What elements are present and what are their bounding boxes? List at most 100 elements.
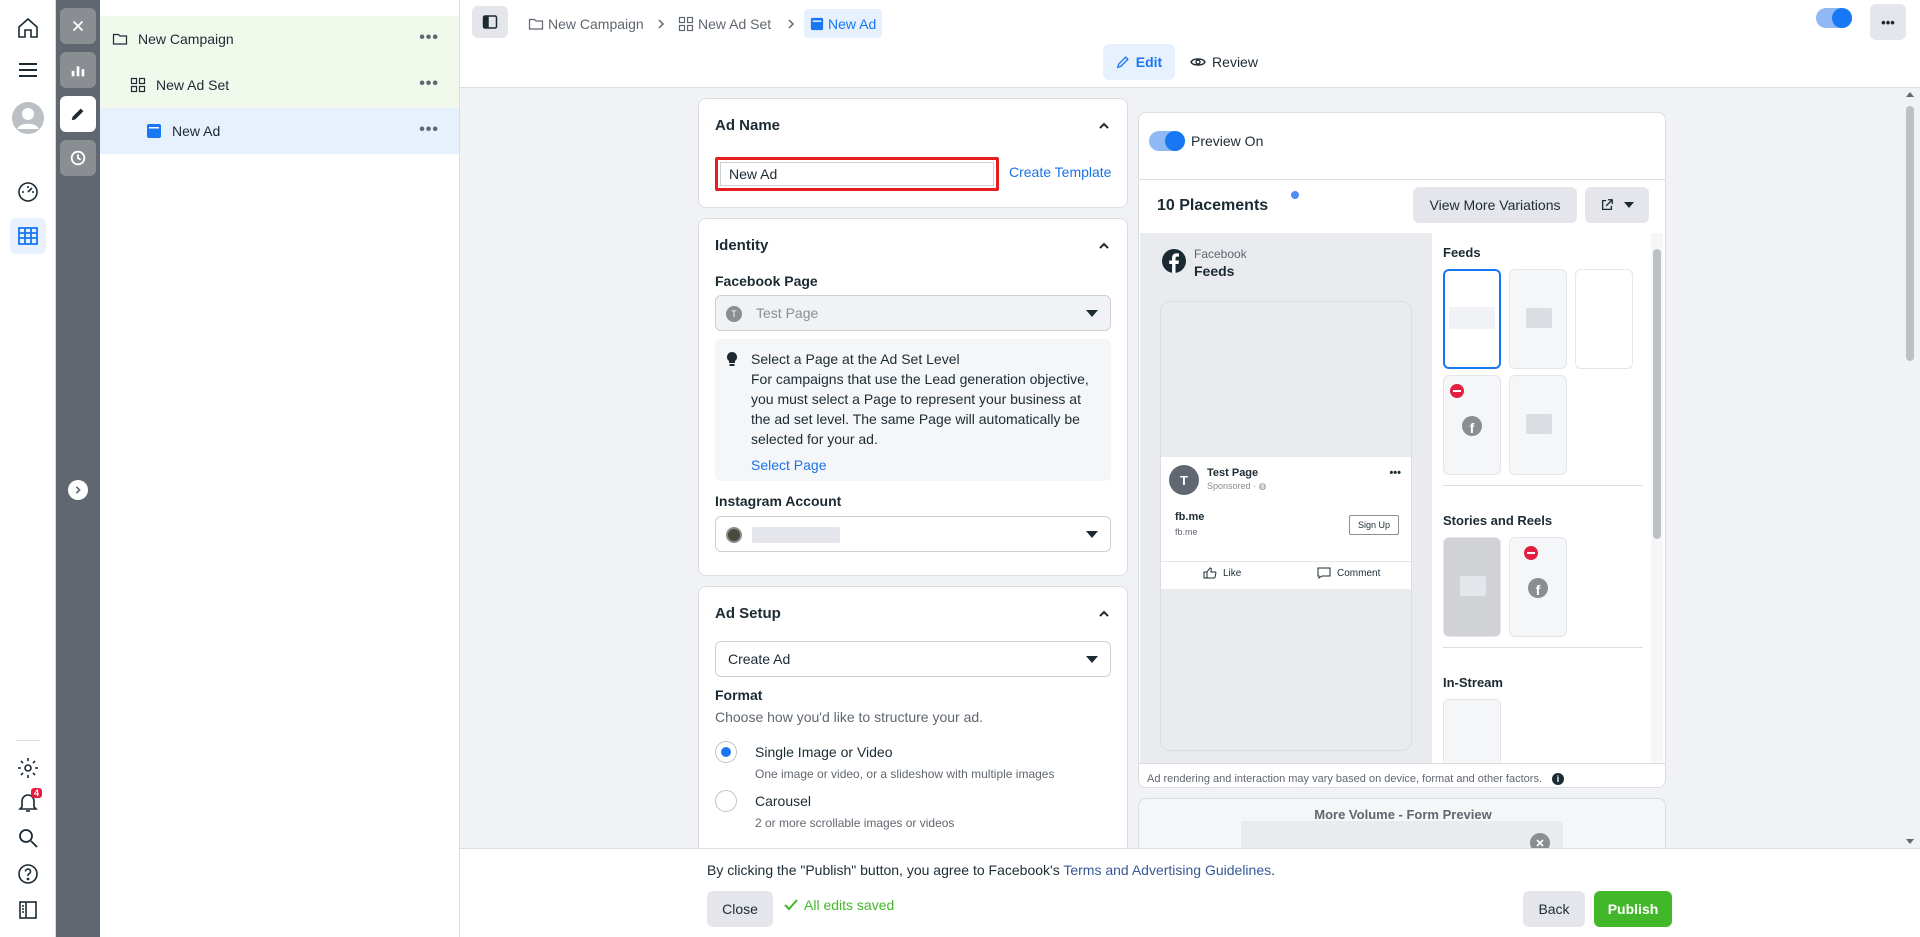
chevron-up-icon[interactable]: [1097, 119, 1111, 133]
toggle-tree-button[interactable]: [472, 6, 508, 38]
thumb-instream[interactable]: [1443, 699, 1501, 763]
instagram-account-select[interactable]: [715, 516, 1111, 552]
terms-link[interactable]: Terms and Advertising Guidelines: [1063, 862, 1271, 878]
preview-toggle-label: Preview On: [1191, 133, 1264, 149]
toggle-knob: [1832, 8, 1852, 28]
close-editor-button[interactable]: [60, 8, 96, 44]
link-headline: fb.me: [1175, 511, 1205, 523]
notice-line: you must select a Page to represent your…: [751, 391, 1081, 407]
search-icon[interactable]: [10, 820, 46, 856]
more-options-button[interactable]: •••: [1870, 4, 1906, 40]
help-icon[interactable]: [10, 856, 46, 892]
menu-icon[interactable]: [10, 52, 46, 88]
scrollbar[interactable]: [1900, 88, 1920, 848]
tab-label: Review: [1212, 54, 1258, 70]
option-title: Carousel: [755, 793, 812, 809]
placements-title: 10 Placements: [1157, 197, 1269, 214]
notice-line: the ad set level. The same Page will aut…: [751, 411, 1080, 427]
global-nav: 4: [0, 0, 56, 937]
tab-label: Edit: [1135, 54, 1163, 70]
facebook-page-select[interactable]: T Test Page: [715, 295, 1111, 331]
tree-item-ad-set[interactable]: New Ad Set •••: [100, 62, 459, 108]
footer-bar: By clicking the "Publish" button, you ag…: [460, 848, 1920, 937]
ad-icon: [810, 17, 824, 30]
share-preview-button[interactable]: [1585, 187, 1649, 223]
placement-preview-area: Facebook Feeds T Test Page Sponsored · ◍…: [1140, 233, 1432, 763]
thumb-marketplace[interactable]: [1575, 269, 1633, 369]
scroll-down-icon[interactable]: [1906, 839, 1914, 844]
option-title: Single Image or Video: [755, 744, 893, 760]
chevron-down-icon: [1624, 202, 1634, 208]
campaign-tree: New Campaign ••• New Ad Set ••• New Ad •…: [100, 0, 460, 937]
more-options-icon[interactable]: •••: [419, 75, 439, 93]
chevron-up-icon[interactable]: [1097, 239, 1111, 253]
sponsored-label: Sponsored ·: [1207, 481, 1259, 491]
agreement-text: By clicking the "Publish" button, you ag…: [707, 862, 1064, 878]
placement-label: Feeds: [1194, 263, 1235, 279]
ads-manager-table-icon[interactable]: [10, 218, 46, 254]
top-toggle[interactable]: [1816, 8, 1852, 28]
scrollbar-thumb[interactable]: [1906, 106, 1914, 361]
chevron-down-icon: [1086, 656, 1098, 663]
avatar[interactable]: [10, 100, 46, 136]
tree-item-ad[interactable]: New Ad •••: [100, 108, 459, 154]
breadcrumb-campaign[interactable]: New Campaign: [528, 12, 644, 36]
disclaimer-text: Ad rendering and interaction may vary ba…: [1147, 773, 1542, 785]
more-options-icon[interactable]: •••: [419, 121, 439, 139]
bell-icon[interactable]: 4: [10, 784, 46, 820]
breadcrumb-ad-set[interactable]: New Ad Set: [678, 12, 771, 36]
notice-line: For campaigns that use the Lead generati…: [751, 371, 1089, 387]
close-button[interactable]: Close: [707, 891, 773, 927]
facebook-logo-icon: [1162, 249, 1186, 273]
panel-toggle-icon[interactable]: [10, 892, 46, 928]
facebook-icon: f: [1528, 578, 1548, 598]
thumb-stories[interactable]: [1443, 537, 1501, 637]
checkmark-icon: [784, 899, 798, 911]
tab-edit[interactable]: Edit: [1103, 44, 1175, 80]
format-carousel-radio[interactable]: [715, 790, 737, 812]
edit-tool-button[interactable]: [60, 96, 96, 132]
create-ad-select[interactable]: Create Ad: [715, 641, 1111, 677]
top-bar: New Campaign New Ad Set New Ad Edit Revi…: [460, 0, 1920, 88]
clock-icon: [70, 150, 86, 166]
post-sponsored: Sponsored · ◍: [1207, 481, 1266, 492]
gear-icon[interactable]: [10, 750, 46, 786]
section-instream-title: In-Stream: [1443, 675, 1503, 690]
editor-toolbar: [56, 0, 100, 937]
scrollbar-thumb[interactable]: [1653, 249, 1661, 539]
thumb-video-feeds[interactable]: [1509, 375, 1567, 475]
eye-icon: [1190, 58, 1206, 66]
phone-frame: T Test Page Sponsored · ◍ ••• fb.me fb.m…: [1160, 301, 1412, 751]
format-single-image-radio[interactable]: [715, 741, 737, 763]
more-options-icon[interactable]: •••: [419, 29, 439, 47]
expand-sidebar-button[interactable]: [68, 480, 88, 500]
thumb-facebook-feeds[interactable]: [1443, 269, 1501, 369]
blocked-icon: [1524, 546, 1538, 560]
back-button[interactable]: Back: [1523, 891, 1585, 927]
section-stories-title: Stories and Reels: [1443, 513, 1553, 528]
info-icon[interactable]: i: [1552, 773, 1564, 785]
preview-toggle[interactable]: [1149, 131, 1185, 151]
charts-tool-button[interactable]: [60, 52, 96, 88]
agreement-suffix: .: [1271, 862, 1276, 878]
history-tool-button[interactable]: [60, 140, 96, 176]
dashboard-icon[interactable]: [10, 174, 46, 210]
publish-button[interactable]: Publish: [1594, 891, 1672, 927]
scroll-up-icon[interactable]: [1906, 92, 1914, 97]
view-more-variations-button[interactable]: View More Variations: [1413, 187, 1577, 223]
select-page-link[interactable]: Select Page: [751, 457, 827, 473]
breadcrumb-ad[interactable]: New Ad: [804, 9, 883, 38]
thumb-instagram-feed[interactable]: [1509, 269, 1567, 369]
thumb-unavailable-2[interactable]: f: [1509, 537, 1567, 637]
thumbnails-scrollbar[interactable]: [1651, 233, 1663, 763]
section-feeds-title: Feeds: [1443, 245, 1481, 260]
redacted-account-name: [752, 527, 840, 543]
tab-review[interactable]: Review: [1184, 44, 1264, 80]
page-notice: Select a Page at the Ad Set Level For ca…: [715, 339, 1111, 481]
create-template-link[interactable]: Create Template: [1009, 164, 1111, 180]
thumb-unavailable-1[interactable]: f: [1443, 375, 1501, 475]
ad-name-input[interactable]: [720, 162, 994, 186]
tree-item-campaign[interactable]: New Campaign •••: [100, 16, 459, 62]
chevron-up-icon[interactable]: [1097, 607, 1111, 621]
home-icon[interactable]: [10, 10, 46, 46]
